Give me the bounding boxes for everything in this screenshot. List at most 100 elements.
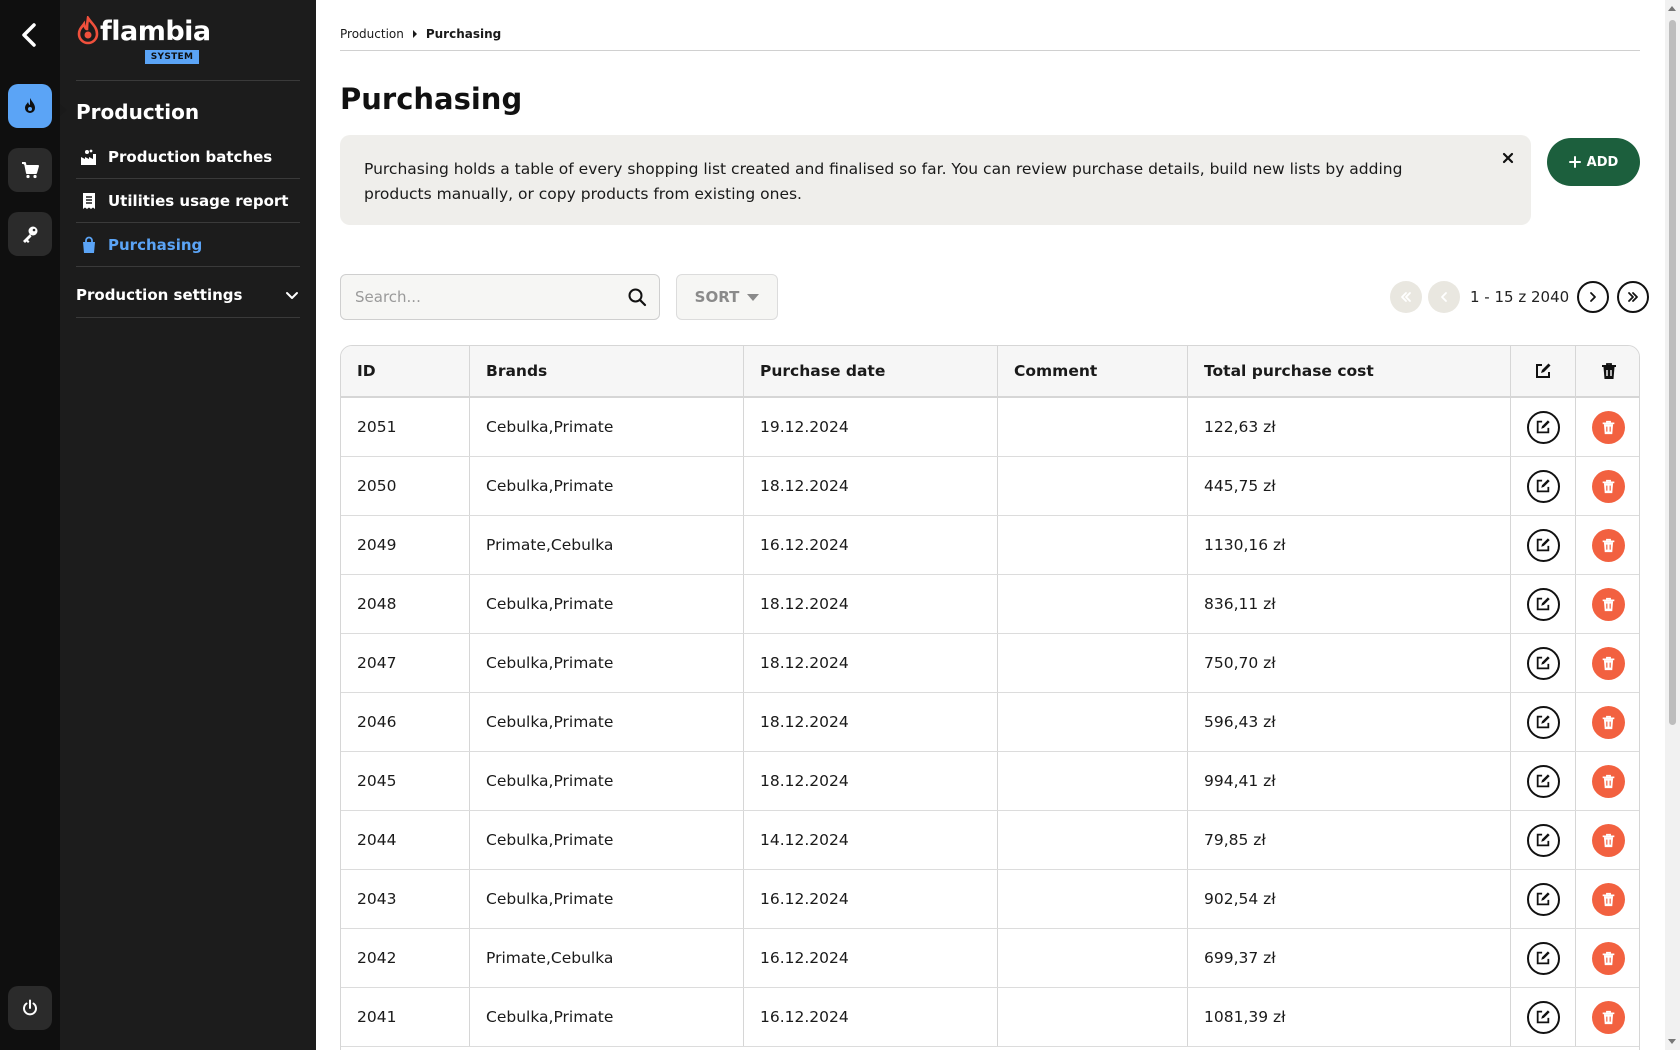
brand-logo[interactable]: flambia SYSTEM: [76, 16, 216, 66]
delete-row-button[interactable]: [1592, 528, 1625, 562]
cell-comment: [998, 929, 1188, 987]
table-row: 2051 Cebulka,Primate 19.12.2024 122,63 zł: [341, 398, 1639, 457]
delete-row-button[interactable]: [1592, 1000, 1625, 1034]
cell-total-purchase-cost: 122,63 zł: [1188, 398, 1511, 456]
column-header-edit: [1511, 346, 1576, 396]
delete-row-button[interactable]: [1592, 469, 1625, 503]
edit-row-button[interactable]: [1526, 705, 1560, 739]
double-chevron-left-icon: [1401, 292, 1411, 302]
sidebar-item-purchasing[interactable]: Purchasing: [76, 223, 300, 267]
double-chevron-right-icon: [1628, 292, 1639, 302]
cell-comment: [998, 516, 1188, 574]
edit-icon: [1536, 833, 1550, 847]
table-row: 2043 Cebulka,Primate 16.12.2024 902,54 zł: [341, 870, 1639, 929]
brand-name: flambia: [100, 16, 211, 47]
close-icon[interactable]: [1499, 149, 1517, 167]
edit-icon: [1536, 420, 1550, 434]
cell-comment: [998, 634, 1188, 692]
previous-page-button[interactable]: [1428, 281, 1460, 313]
rail-cart-button[interactable]: [8, 148, 52, 192]
sidebar-item-label: Production batches: [108, 147, 273, 166]
cell-brands: Cebulka,Primate: [470, 634, 744, 692]
column-header-id[interactable]: ID: [341, 346, 470, 396]
search-icon[interactable]: [627, 287, 647, 307]
edit-row-button[interactable]: [1526, 646, 1560, 680]
cell-id: 2049: [341, 516, 470, 574]
edit-row-button[interactable]: [1526, 410, 1560, 444]
rail-production-button[interactable]: [8, 84, 52, 128]
delete-row-button[interactable]: [1592, 823, 1625, 857]
scroll-up-arrow-icon[interactable]: [1668, 6, 1676, 11]
main-content: Production Purchasing Purchasing Purchas…: [316, 0, 1666, 1050]
edit-row-button[interactable]: [1526, 823, 1560, 857]
delete-row-button[interactable]: [1592, 705, 1625, 739]
trash-icon: [1602, 656, 1615, 670]
cell-total-purchase-cost: 596,43 zł: [1188, 693, 1511, 751]
back-chevron-icon[interactable]: [16, 20, 44, 50]
purchases-table: ID Brands Purchase date Comment Total pu…: [340, 345, 1640, 1050]
edit-row-button[interactable]: [1526, 1000, 1560, 1034]
edit-row-button[interactable]: [1526, 882, 1560, 916]
cell-brands: Cebulka,Primate: [470, 457, 744, 515]
sidebar-item-production-batches[interactable]: Production batches: [76, 135, 300, 179]
edit-row-button[interactable]: [1526, 764, 1560, 798]
scroll-down-arrow-icon[interactable]: [1668, 1039, 1676, 1044]
cell-comment: [998, 693, 1188, 751]
edit-icon: [1536, 597, 1550, 611]
delete-row-button[interactable]: [1592, 410, 1625, 444]
add-button-label: ADD: [1586, 154, 1619, 170]
edit-icon: [1536, 656, 1550, 670]
column-header-brands[interactable]: Brands: [470, 346, 744, 396]
table-header-row: ID Brands Purchase date Comment Total pu…: [341, 346, 1639, 398]
sidebar-item-production-settings[interactable]: Production settings: [76, 272, 300, 318]
sidebar-item-label: Production settings: [76, 285, 243, 304]
add-button[interactable]: ADD: [1547, 138, 1640, 186]
cell-comment: [998, 457, 1188, 515]
search-input[interactable]: [341, 275, 611, 319]
cell-brands: Primate,Cebulka: [470, 929, 744, 987]
receipt-icon: [83, 192, 95, 209]
cell-id: 2046: [341, 693, 470, 751]
delete-row-button[interactable]: [1592, 646, 1625, 680]
delete-row-button[interactable]: [1592, 941, 1625, 975]
cell-delete: [1576, 988, 1639, 1046]
trash-icon: [1601, 363, 1616, 379]
sidebar-item-utilities-usage-report[interactable]: Utilities usage report: [76, 179, 300, 223]
cell-purchase-date: 16.12.2024: [744, 516, 998, 574]
pagination-range: 1 - 15 z 2040: [1470, 288, 1570, 306]
cell-purchase-date: 18.12.2024: [744, 693, 998, 751]
delete-row-button[interactable]: [1592, 587, 1625, 621]
next-page-button[interactable]: [1577, 281, 1610, 313]
scrollbar-thumb[interactable]: [1669, 20, 1676, 725]
rail-power-button[interactable]: [8, 986, 52, 1030]
last-page-button[interactable]: [1617, 281, 1650, 313]
edit-row-button[interactable]: [1526, 469, 1560, 503]
column-header-purchase-date[interactable]: Purchase date: [744, 346, 998, 396]
flame-logo-icon: [77, 16, 99, 45]
edit-row-button[interactable]: [1526, 528, 1560, 562]
cell-delete: [1576, 870, 1639, 928]
flame-icon: [25, 98, 35, 113]
breadcrumb-parent[interactable]: Production: [340, 27, 404, 41]
delete-row-button[interactable]: [1592, 764, 1625, 798]
cell-comment: [998, 870, 1188, 928]
first-page-button[interactable]: [1390, 281, 1422, 313]
table-row: 2044 Cebulka,Primate 14.12.2024 79,85 zł: [341, 811, 1639, 870]
edit-row-button[interactable]: [1526, 587, 1560, 621]
column-header-comment[interactable]: Comment: [998, 346, 1188, 396]
edit-row-button[interactable]: [1526, 941, 1560, 975]
sort-button[interactable]: SORT: [676, 274, 778, 320]
delete-row-button[interactable]: [1592, 882, 1625, 916]
sidebar-item-label: Utilities usage report: [108, 191, 289, 210]
trash-icon: [1602, 597, 1615, 611]
rail-key-button[interactable]: [8, 212, 52, 256]
pagination: 1 - 15 z 2040: [1390, 280, 1650, 314]
edit-icon: [1536, 1010, 1550, 1024]
edit-icon: [1536, 715, 1550, 729]
column-header-total-purchase-cost[interactable]: Total purchase cost: [1188, 346, 1511, 396]
vertical-scrollbar[interactable]: [1665, 0, 1680, 1050]
cell-comment: [998, 752, 1188, 810]
cell-brands: Cebulka,Primate: [470, 575, 744, 633]
breadcrumb: Production Purchasing: [340, 27, 501, 41]
cell-total-purchase-cost: 699,37 zł: [1188, 929, 1511, 987]
